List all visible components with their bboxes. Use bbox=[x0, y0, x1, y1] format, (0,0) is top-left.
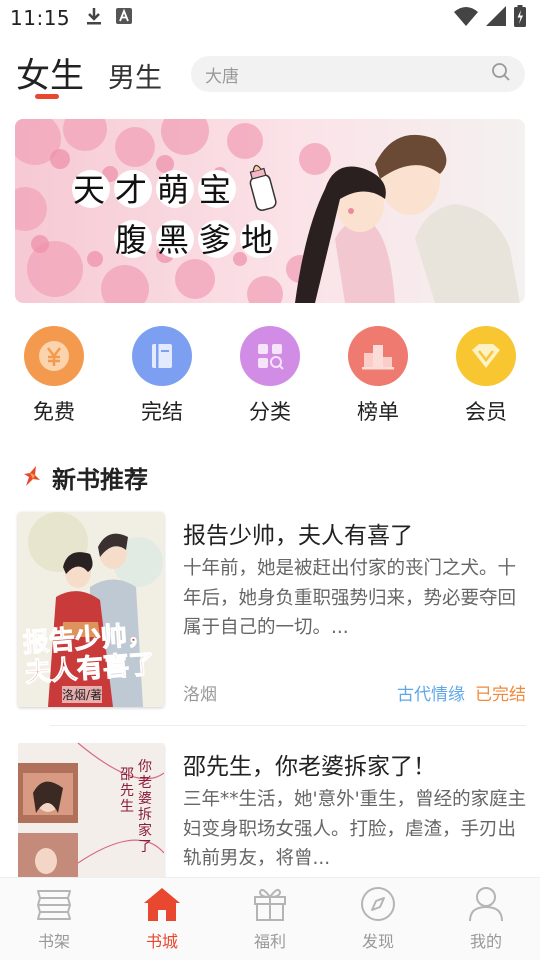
category-label: 榜单 bbox=[357, 400, 399, 424]
category-row: 免费 完结 分类 榜单 会员 bbox=[0, 326, 540, 426]
banner-artwork: 天才萌宝 腹黑爹地 bbox=[15, 119, 525, 303]
book-title[interactable]: 邵先生，你老婆拆家了！ bbox=[183, 747, 436, 781]
book-description: 十年前，她是被赶出付家的丧门之犬。十年后，她身负重职强势归来，势必要夺回属于自己… bbox=[183, 558, 517, 638]
book-cover-title-a: 邵先生 bbox=[120, 767, 134, 815]
category-label: 分类 bbox=[249, 400, 291, 424]
download-icon bbox=[86, 6, 102, 30]
yen-icon bbox=[24, 326, 84, 386]
book-genre-tag: 古代情缘 bbox=[397, 685, 465, 705]
wifi-icon bbox=[454, 6, 478, 30]
nav-welfare[interactable]: 福利 bbox=[230, 886, 310, 952]
book-status-tag: 已完结 bbox=[475, 685, 526, 705]
nav-bookstore[interactable]: 书城 bbox=[122, 886, 202, 952]
section-title: 新书推荐 bbox=[52, 466, 148, 494]
banner-title-line2: 腹黑爹地 bbox=[115, 221, 283, 259]
list-divider bbox=[50, 725, 526, 726]
nav-discover[interactable]: 发现 bbox=[338, 886, 418, 952]
top-header: 女生 男生 大唐 bbox=[0, 44, 540, 104]
nav-label: 发现 bbox=[361, 932, 394, 951]
category-ranking[interactable]: 榜单 bbox=[338, 326, 418, 426]
bottom-nav: 书架 书城 福利 发现 我的 bbox=[0, 877, 540, 960]
book-cover-title-b: 你老婆拆家了 bbox=[138, 759, 152, 855]
book-cover-author: 洛烟/著 bbox=[62, 686, 103, 703]
status-time: 11:15 bbox=[10, 6, 71, 30]
book-item[interactable]: 邵先生 你老婆拆家了 邵先生，你老婆拆家了！ 三年**生活，她'意外'重生，曾经… bbox=[18, 743, 528, 877]
category-label: 会员 bbox=[465, 400, 507, 424]
nav-label: 书架 bbox=[37, 932, 70, 951]
promo-banner[interactable]: 天才萌宝 腹黑爹地 bbox=[15, 119, 525, 303]
category-free[interactable]: 免费 bbox=[14, 326, 94, 426]
nav-profile[interactable]: 我的 bbox=[446, 886, 526, 952]
category-classify[interactable]: 分类 bbox=[230, 326, 310, 426]
search-icon[interactable] bbox=[491, 62, 511, 86]
tab-male[interactable]: 男生 bbox=[108, 56, 162, 95]
notification-a-icon bbox=[116, 8, 133, 28]
tab-active-indicator bbox=[35, 94, 59, 99]
nav-bookshelf[interactable]: 书架 bbox=[14, 886, 94, 952]
status-bar: 11:15 bbox=[0, 0, 540, 36]
nav-label: 书城 bbox=[145, 932, 178, 951]
signal-icon bbox=[486, 6, 506, 30]
category-label: 免费 bbox=[33, 400, 75, 424]
compass-icon bbox=[358, 886, 398, 926]
search-input[interactable]: 大唐 bbox=[205, 62, 491, 87]
banner-title-line1: 天才萌宝 bbox=[73, 171, 241, 209]
gift-icon bbox=[250, 886, 290, 926]
nav-label: 我的 bbox=[469, 932, 502, 951]
category-completed[interactable]: 完结 bbox=[122, 326, 202, 426]
battery-icon bbox=[514, 5, 526, 31]
search-box[interactable]: 大唐 bbox=[191, 56, 525, 92]
bookshelf-icon bbox=[34, 886, 74, 926]
category-label: 完结 bbox=[141, 400, 183, 424]
diamond-icon bbox=[456, 326, 516, 386]
book-icon bbox=[132, 326, 192, 386]
book-author: 洛烟 bbox=[183, 685, 217, 705]
nav-label: 福利 bbox=[253, 932, 286, 951]
user-icon bbox=[466, 886, 506, 926]
home-icon bbox=[142, 886, 182, 926]
section-header: 新书推荐 bbox=[22, 460, 148, 495]
book-cover[interactable]: 邵先生 你老婆拆家了 bbox=[18, 743, 164, 877]
book-description: 三年**生活，她'意外'重生，曾经的家庭主妇变身职场女强人。打脸，虐渣，手刃出轨… bbox=[183, 789, 527, 869]
book-title[interactable]: 报告少帅，夫人有喜了 bbox=[183, 516, 413, 550]
book-cover-title: 报告少帅，夫人有喜了 bbox=[22, 619, 157, 689]
flame-icon bbox=[22, 465, 42, 491]
grid-search-icon bbox=[240, 326, 300, 386]
podium-icon bbox=[348, 326, 408, 386]
tab-female[interactable]: 女生 bbox=[16, 48, 84, 97]
category-vip[interactable]: 会员 bbox=[446, 326, 526, 426]
book-cover[interactable]: 报告少帅，夫人有喜了 洛烟/著 bbox=[18, 512, 164, 707]
book-item[interactable]: 报告少帅，夫人有喜了 洛烟/著 报告少帅，夫人有喜了 十年前，她是被赶出付家的丧… bbox=[18, 512, 528, 712]
